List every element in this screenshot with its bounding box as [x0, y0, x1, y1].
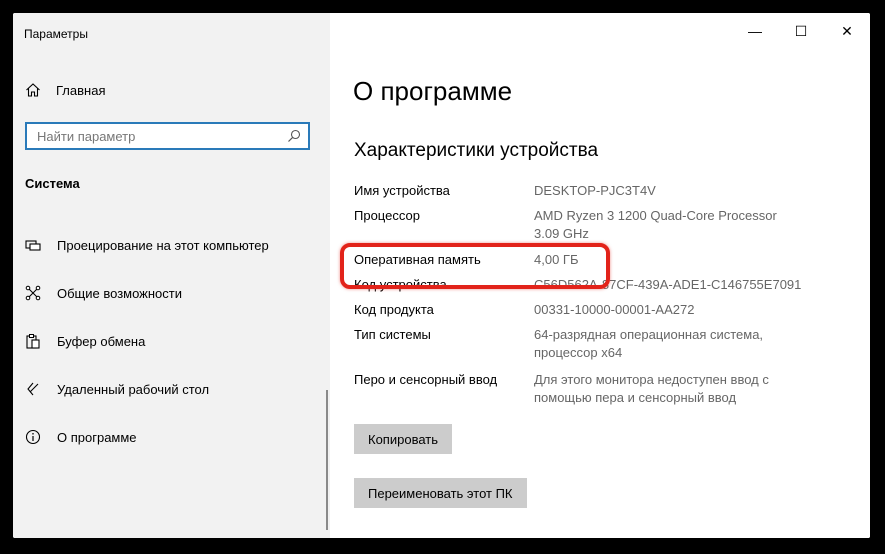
- sidebar-item-about[interactable]: О программе: [24, 426, 137, 448]
- minimize-icon: —: [748, 23, 762, 39]
- spec-label: Тип системы: [354, 327, 431, 342]
- sidebar-item-clipboard[interactable]: Буфер обмена: [24, 330, 145, 352]
- spec-value[interactable]: DESKTOP-PJC3T4V: [534, 182, 804, 200]
- sidebar-scrollbar[interactable]: [326, 390, 328, 530]
- sidebar-item-label: Общие возможности: [57, 285, 183, 301]
- sidebar-item-projection[interactable]: Проецирование на этот компьютер: [24, 234, 269, 256]
- spec-value[interactable]: Для этого монитора недоступен ввод с пом…: [534, 371, 804, 407]
- remote-desktop-icon: [24, 380, 42, 398]
- copy-button[interactable]: Копировать: [354, 424, 452, 454]
- device-specs-heading: Характеристики устройства: [354, 140, 599, 161]
- spec-value[interactable]: 00331-10000-00001-AA272: [534, 301, 804, 319]
- close-button[interactable]: ✕: [824, 13, 870, 49]
- sidebar-item-label: Буфер обмена: [57, 333, 146, 349]
- rename-pc-button[interactable]: Переименовать этот ПК: [354, 478, 527, 508]
- sidebar-item-label: Проецирование на этот компьютер: [57, 237, 269, 253]
- spec-label: Код продукта: [354, 302, 434, 317]
- projector-icon: [24, 236, 42, 254]
- home-label: Главная: [56, 82, 106, 98]
- sidebar-item-shared-experiences[interactable]: Общие возможности: [24, 282, 182, 304]
- spec-value[interactable]: 64-разрядная операционная система, проце…: [534, 326, 804, 362]
- sidebar-item-remote-desktop[interactable]: Удаленный рабочий стол: [24, 378, 209, 400]
- sidebar-item-label: Удаленный рабочий стол: [57, 381, 210, 397]
- search-input[interactable]: [37, 127, 277, 145]
- spec-label: Имя устройства: [354, 183, 450, 198]
- sidebar-item-label: О программе: [57, 429, 137, 445]
- ram-highlight-annotation: [340, 243, 610, 289]
- page-title: О программе: [353, 76, 513, 106]
- sidebar-item-home[interactable]: Главная: [24, 81, 105, 99]
- spec-label: Перо и сенсорный ввод: [354, 372, 498, 387]
- spec-label: Процессор: [354, 208, 420, 223]
- clipboard-icon: [24, 332, 42, 350]
- maximize-button[interactable]: ☐: [778, 13, 824, 49]
- minimize-button[interactable]: —: [732, 13, 778, 49]
- search-icon[interactable]: [287, 129, 301, 143]
- search-box[interactable]: [25, 122, 310, 150]
- maximize-icon: ☐: [794, 22, 808, 39]
- window-title: Параметры: [24, 27, 88, 41]
- sidebar: Параметры Главная Система Проецирование: [13, 13, 330, 538]
- close-icon: ✕: [841, 22, 853, 39]
- shared-experiences-icon: [24, 284, 42, 302]
- settings-window: Параметры Главная Система Проецирование: [13, 13, 870, 538]
- section-heading-system: Система: [25, 176, 80, 191]
- home-icon: [26, 83, 40, 97]
- info-icon: [24, 428, 42, 446]
- spec-value[interactable]: AMD Ryzen 3 1200 Quad-Core Processor 3.0…: [534, 207, 804, 243]
